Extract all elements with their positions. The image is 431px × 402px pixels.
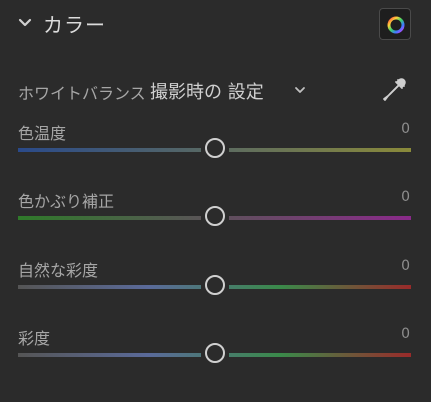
chevron-down-icon[interactable] [18,16,32,30]
color-wheel-icon [387,16,405,34]
slider-track-left [18,285,201,289]
slider-track-right [228,353,411,357]
color-mixer-button[interactable] [379,8,411,40]
slider-track-left [18,216,201,220]
slider-value[interactable]: 0 [401,326,410,342]
slider-track-right [228,216,411,220]
slider-label: 色温度 [18,124,67,143]
eyedropper-icon[interactable] [380,76,408,104]
slider-thumb[interactable] [204,343,225,363]
white-balance-row: ホワイトバランス 撮影時の 設定 [0,72,431,108]
slider-thumb[interactable] [204,138,225,158]
slider-track-left [18,148,201,152]
slider-row: 自然な彩度 0 [0,257,431,317]
slider-value[interactable]: 0 [401,258,410,274]
chevron-down-icon [295,87,305,93]
section-title: カラー [43,13,106,37]
slider-value[interactable]: 0 [401,189,410,205]
slider-label: 彩度 [18,329,51,348]
slider-label: 自然な彩度 [18,261,99,280]
slider-track-right [228,148,411,152]
slider-track-left [18,353,201,357]
color-panel: カラー ホワイトバランス 撮影時の 設定 色温度 0 色かぶり補正 0 自然な彩… [0,0,431,402]
slider-track-right [228,285,411,289]
white-balance-label: ホワイトバランス [18,84,146,103]
slider-thumb[interactable] [204,206,225,226]
slider-row: 色温度 0 [0,120,431,180]
slider-value[interactable]: 0 [401,121,410,137]
color-section-header[interactable]: カラー [0,0,431,48]
slider-row: 色かぶり補正 0 [0,188,431,248]
slider-row: 彩度 0 [0,325,431,385]
white-balance-value: 撮影時の 設定 [150,82,264,103]
slider-thumb[interactable] [204,275,225,295]
slider-label: 色かぶり補正 [18,192,115,211]
